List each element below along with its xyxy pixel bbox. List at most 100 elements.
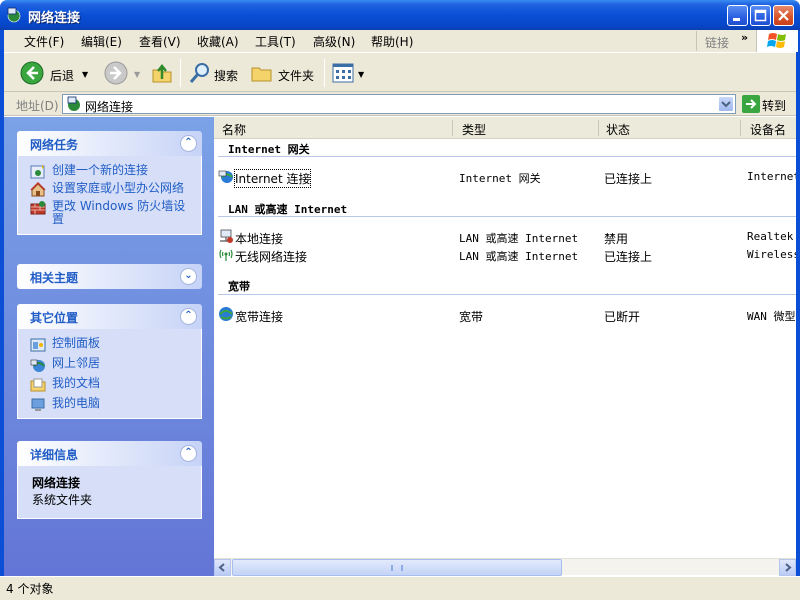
other-places-header[interactable]: 其它位置 ⌃ xyxy=(17,304,202,329)
wireless-connection-icon xyxy=(219,249,233,261)
item-type: LAN 或高速 Internet xyxy=(459,232,579,245)
list-item[interactable]: Internet 连接 Internet 网关 已连接上 Internet xyxy=(214,168,796,188)
views-dropdown-icon[interactable]: ▼ xyxy=(358,70,364,79)
menu-edit[interactable]: 编辑(E) xyxy=(81,33,122,50)
menu-view[interactable]: 查看(V) xyxy=(139,33,181,50)
place-my-documents[interactable]: 我的文档 xyxy=(28,376,191,392)
column-divider[interactable] xyxy=(740,120,741,136)
address-bar: 地址(D) 网络连接 转到 xyxy=(4,92,796,116)
related-topics-header[interactable]: 相关主题 ⌄ xyxy=(17,264,202,289)
scroll-left-button[interactable] xyxy=(214,559,231,576)
item-type: LAN 或高速 Internet xyxy=(459,250,579,263)
toolbar-separator xyxy=(324,59,325,87)
minimize-button[interactable] xyxy=(727,5,748,26)
collapse-icon[interactable]: ⌃ xyxy=(180,135,197,152)
column-name[interactable]: 名称 xyxy=(222,121,246,138)
item-status: 已连接上 xyxy=(604,250,653,264)
details-type: 系统文件夹 xyxy=(32,493,93,507)
forward-dropdown-icon[interactable]: ▼ xyxy=(134,70,140,79)
folders-button[interactable]: 文件夹 xyxy=(250,61,320,85)
place-my-computer[interactable]: 我的电脑 xyxy=(28,397,191,411)
maximize-icon xyxy=(754,9,767,22)
task-create-connection[interactable]: 创建一个新的连接 xyxy=(28,163,191,179)
column-status[interactable]: 状态 xyxy=(606,121,630,138)
scroll-grip xyxy=(391,565,403,571)
item-name: 无线网络连接 xyxy=(235,250,308,264)
folder-icon xyxy=(251,67,272,82)
chevron-left-icon xyxy=(218,563,225,572)
back-dropdown-icon[interactable]: ▼ xyxy=(82,70,88,79)
collapse-icon[interactable]: ⌃ xyxy=(180,308,197,325)
menu-help[interactable]: 帮助(H) xyxy=(371,33,413,50)
address-input[interactable]: 网络连接 xyxy=(62,94,736,114)
collapse-icon[interactable]: ⌃ xyxy=(180,445,197,462)
toolbar-separator xyxy=(180,59,181,87)
list-item[interactable]: 宽带连接 宽带 已断开 WAN 微型 xyxy=(214,306,796,324)
details-header[interactable]: 详细信息 ⌃ xyxy=(17,441,202,466)
item-device: Wireless xyxy=(747,248,796,261)
broadband-connection-icon xyxy=(219,307,233,321)
horizontal-scrollbar[interactable] xyxy=(214,558,796,576)
address-dropdown-button[interactable] xyxy=(718,96,734,112)
item-status: 已连接上 xyxy=(604,172,653,186)
list-item[interactable]: 无线网络连接 LAN 或高速 Internet 已连接上 Wireless xyxy=(214,246,796,264)
firewall-icon xyxy=(30,201,46,215)
task-home-network[interactable]: 设置家庭或小型办公网络 xyxy=(28,182,191,197)
go-arrow-icon xyxy=(742,95,760,113)
column-type[interactable]: 类型 xyxy=(462,121,486,138)
scroll-right-button[interactable] xyxy=(779,559,796,576)
status-bar: 4 个对象 xyxy=(0,576,800,600)
group-header: Internet 网关 xyxy=(228,143,310,156)
back-button[interactable]: 后退 ▼ xyxy=(20,61,100,85)
scroll-thumb[interactable] xyxy=(232,559,562,576)
network-connections-icon xyxy=(7,7,21,23)
connections-list: 名称 类型 状态 设备名 Internet 网关 Internet 连接 Int… xyxy=(214,117,796,558)
place-control-panel[interactable]: 控制面板 xyxy=(28,337,191,352)
forward-button[interactable]: ▼ xyxy=(104,61,144,85)
menu-file[interactable]: 文件(F) xyxy=(24,33,64,50)
folders-label: 文件夹 xyxy=(278,69,315,83)
menu-advanced[interactable]: 高级(N) xyxy=(313,33,355,50)
forward-arrow-icon xyxy=(104,61,128,85)
column-header: 名称 类型 状态 设备名 xyxy=(214,117,796,139)
title-bar[interactable]: 网络连接 xyxy=(0,0,800,30)
window-frame-right xyxy=(796,30,800,576)
network-tasks-header[interactable]: 网络任务 ⌃ xyxy=(17,131,202,156)
place-label: 网上邻居 xyxy=(52,356,101,370)
network-tasks-title: 网络任务 xyxy=(30,138,79,152)
details-title: 详细信息 xyxy=(30,448,79,462)
task-firewall-settings[interactable]: 更改 Windows 防火墙设置 xyxy=(28,200,191,226)
back-arrow-icon xyxy=(20,61,44,85)
column-device[interactable]: 设备名 xyxy=(750,121,786,138)
item-device: Realtek xyxy=(747,230,794,243)
close-button[interactable] xyxy=(773,5,794,26)
place-label: 我的文档 xyxy=(52,376,101,390)
internet-gateway-icon xyxy=(218,170,233,183)
my-computer-icon xyxy=(31,398,45,411)
network-tasks-panel: 网络任务 ⌃ 创建一个新的连接 设置家庭或小型办公网络 更改 Windows 防… xyxy=(17,131,202,235)
control-panel-icon xyxy=(30,338,46,352)
chevron-down-icon xyxy=(721,101,731,108)
links-chevron-icon[interactable]: » xyxy=(741,31,748,44)
item-name: 宽带连接 xyxy=(235,310,284,324)
place-network-places[interactable]: 网上邻居 xyxy=(28,356,191,372)
column-divider[interactable] xyxy=(598,120,599,136)
links-toolbar[interactable]: 链接 » xyxy=(696,31,756,51)
details-panel: 详细信息 ⌃ 网络连接 系统文件夹 xyxy=(17,441,202,519)
go-button[interactable]: 转到 xyxy=(740,94,792,114)
expand-icon[interactable]: ⌄ xyxy=(180,268,197,285)
related-topics-panel: 相关主题 ⌄ xyxy=(17,264,202,289)
network-tasks-body: 创建一个新的连接 设置家庭或小型办公网络 更改 Windows 防火墙设置 xyxy=(17,156,202,235)
menu-favorites[interactable]: 收藏(A) xyxy=(197,33,239,50)
views-button[interactable]: ▼ xyxy=(332,61,366,85)
other-places-panel: 其它位置 ⌃ 控制面板 网上邻居 我的文档 我的电脑 xyxy=(17,304,202,419)
search-button[interactable]: 搜索 xyxy=(188,61,246,85)
menu-tools[interactable]: 工具(T) xyxy=(255,33,296,50)
up-button[interactable] xyxy=(150,61,174,85)
list-item[interactable]: 本地连接 LAN 或高速 Internet 禁用 Realtek xyxy=(214,228,796,246)
maximize-button[interactable] xyxy=(750,5,771,26)
details-name: 网络连接 xyxy=(32,476,81,490)
task-label: 创建一个新的连接 xyxy=(52,163,149,177)
column-divider[interactable] xyxy=(452,120,453,136)
close-icon xyxy=(778,10,789,21)
